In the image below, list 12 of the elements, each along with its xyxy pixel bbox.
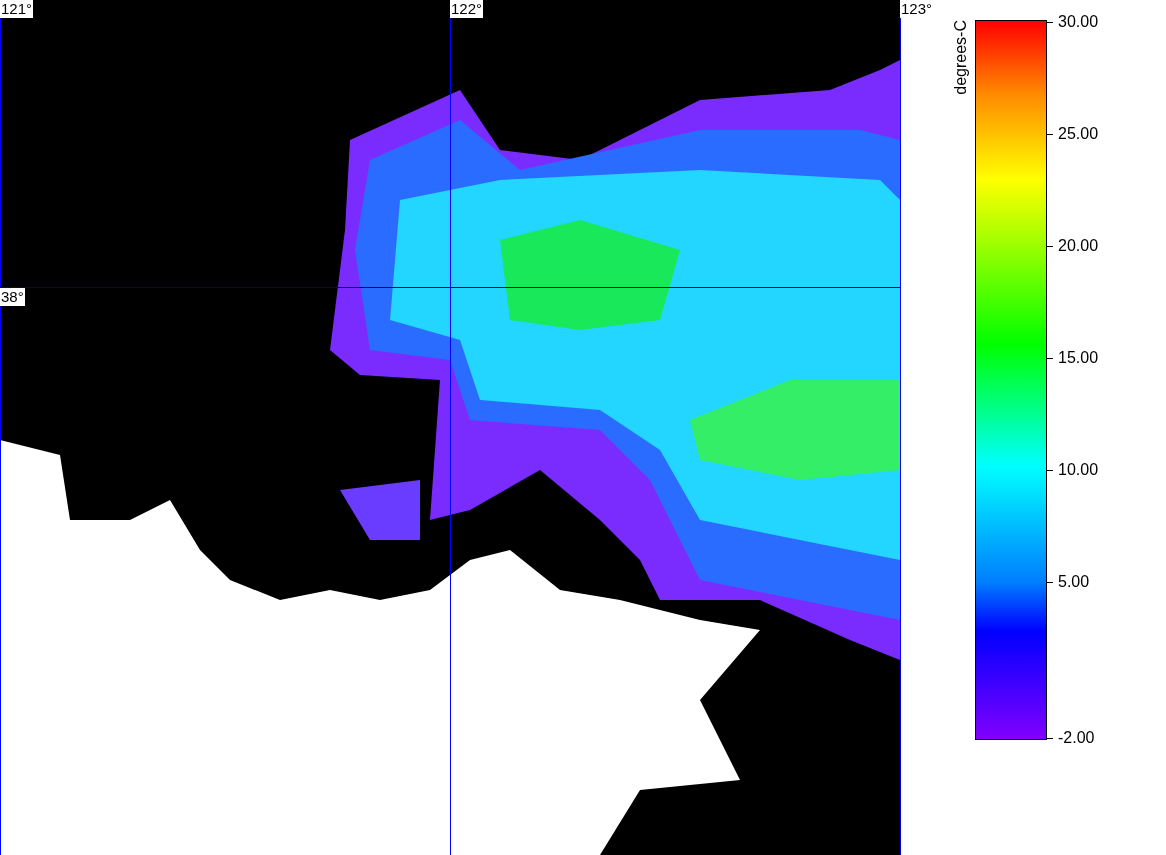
colorbar-tick-label: 15.00 xyxy=(1058,348,1099,368)
longitude-label: 121° xyxy=(0,0,34,18)
longitude-label: 122° xyxy=(450,0,484,18)
colorbar-title: degrees-C xyxy=(951,20,970,95)
latitude-label: 38° xyxy=(0,288,25,306)
colorbar-tick-label: -2.00 xyxy=(1058,728,1095,748)
colorbar-tick-label: 10.00 xyxy=(1058,460,1099,480)
colorbar-tick-label: 25.00 xyxy=(1058,124,1099,144)
colorbar-tick-label: 20.00 xyxy=(1058,236,1099,256)
colorbar-tick-label: 5.00 xyxy=(1058,572,1090,592)
longitude-label: 123° xyxy=(900,0,934,18)
colorbar-tick-label: 30.00 xyxy=(1058,12,1099,32)
